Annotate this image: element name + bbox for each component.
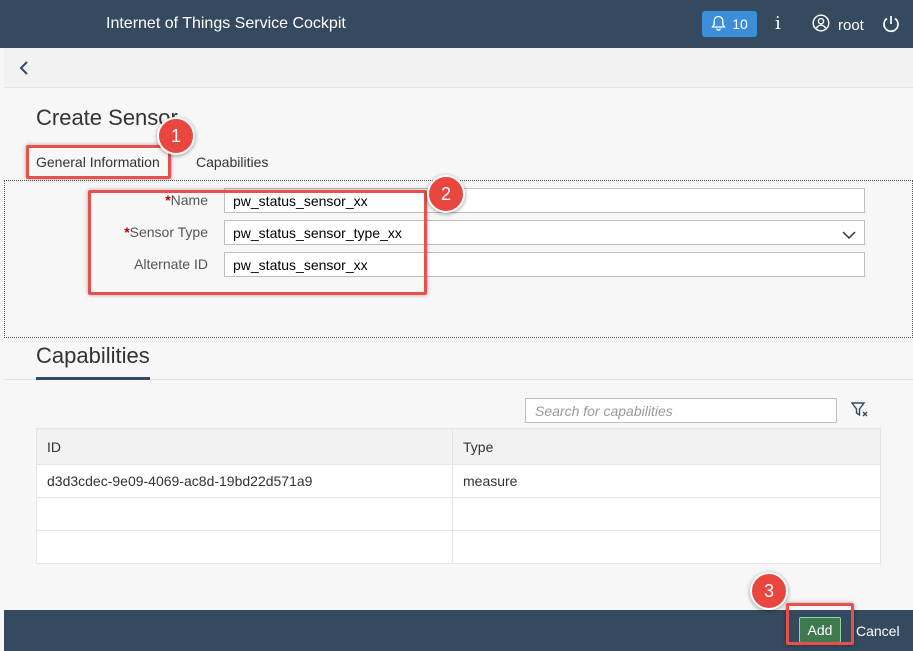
chevron-down-icon[interactable] (842, 227, 856, 243)
step-2-badge: 2 (427, 175, 465, 213)
step-1-badge: 1 (157, 117, 195, 155)
app-title: Internet of Things Service Cockpit (106, 15, 346, 32)
shell-bar: Internet of Things Service Cockpit 10 i … (0, 0, 913, 48)
highlight-general-information-tab (26, 145, 171, 179)
table-row (36, 530, 881, 564)
capabilities-heading-underline (36, 377, 150, 380)
cell-id: d3d3cdec-9e09-4069-ac8d-19bd22d571a9 (36, 464, 453, 498)
cell-type: measure (452, 464, 881, 498)
capabilities-table: ID Type d3d3cdec-9e09-4069-ac8d-19bd22d5… (36, 428, 881, 564)
user-icon (812, 14, 830, 36)
cell-type (452, 497, 881, 531)
footer-toolbar: Add Cancel (4, 610, 913, 651)
column-header-id[interactable]: ID (36, 428, 453, 465)
notification-count: 10 (732, 16, 748, 32)
back-icon[interactable] (18, 60, 30, 81)
highlight-form-fields (88, 190, 427, 295)
info-icon[interactable]: i (775, 13, 781, 34)
user-name: root (838, 16, 864, 34)
cell-type (452, 530, 881, 564)
power-icon[interactable] (881, 14, 901, 39)
cell-id (36, 530, 453, 564)
cell-id (36, 497, 453, 531)
step-3-badge: 3 (750, 572, 788, 610)
highlight-add-button (786, 603, 854, 645)
column-header-type[interactable]: Type (452, 428, 881, 465)
navigation-bar (4, 48, 913, 88)
table-header-row: ID Type (36, 428, 881, 465)
page-title: Create Sensor (36, 105, 178, 130)
table-row[interactable]: d3d3cdec-9e09-4069-ac8d-19bd22d571a9 mea… (36, 464, 881, 498)
table-row (36, 497, 881, 531)
bell-icon (711, 15, 726, 34)
capabilities-heading: Capabilities (36, 343, 150, 368)
tab-capabilities[interactable]: Capabilities (196, 154, 268, 170)
user-menu[interactable]: root (812, 14, 864, 36)
cancel-button[interactable]: Cancel (856, 623, 900, 639)
filter-clear-icon[interactable] (850, 402, 869, 423)
capabilities-search-input[interactable]: Search for capabilities (525, 398, 837, 423)
notifications-button[interactable]: 10 (702, 11, 757, 37)
